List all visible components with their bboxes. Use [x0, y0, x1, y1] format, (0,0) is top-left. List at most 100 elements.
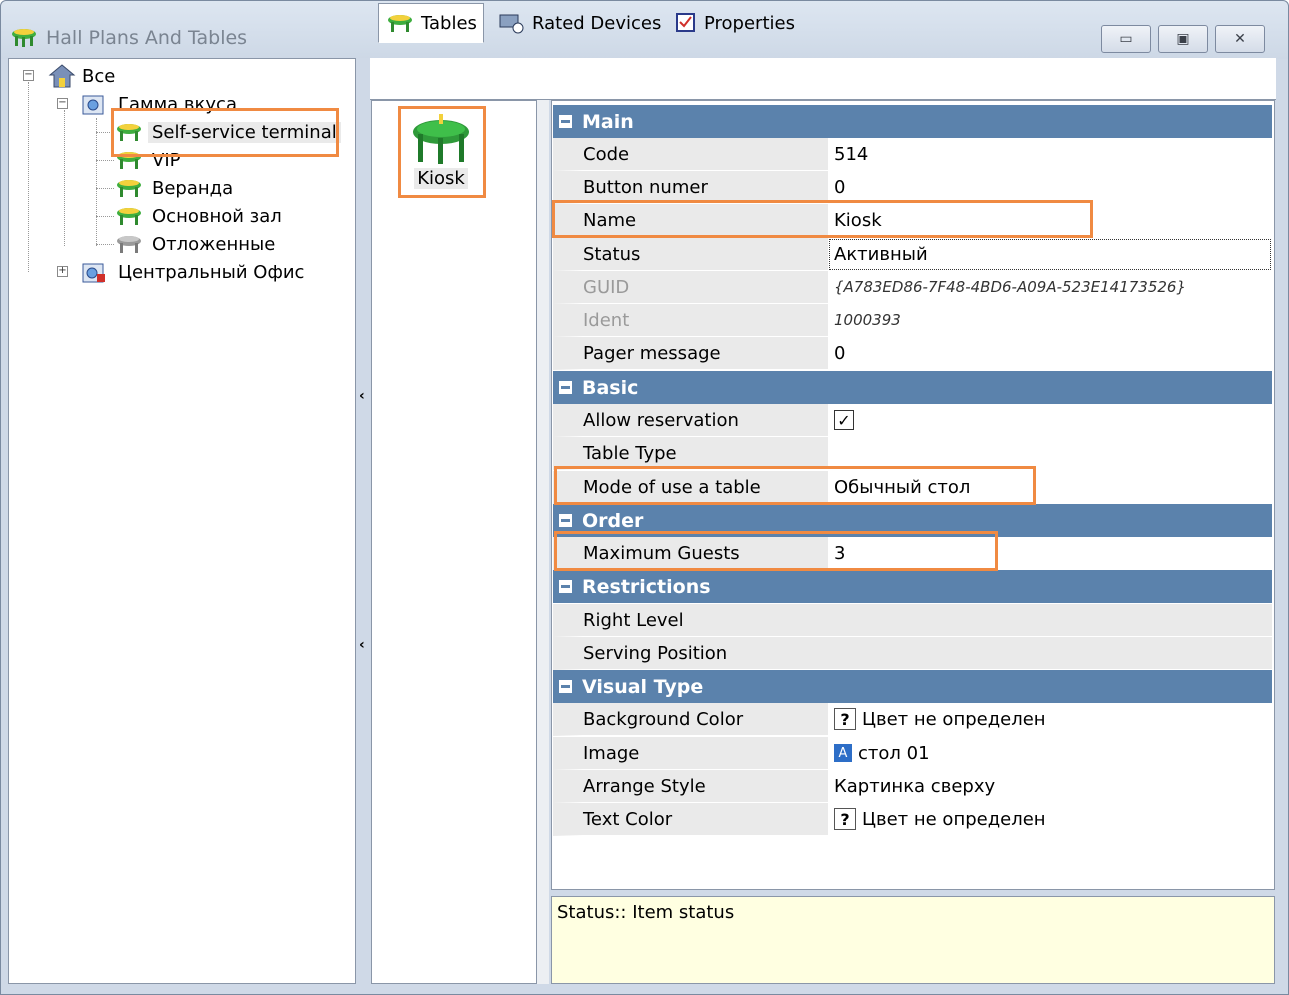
highlight-box [552, 200, 1093, 238]
tab-strip [370, 58, 1276, 100]
property-value: {A783ED86-7F48-4BD6-A09A-523E14173526} [828, 271, 1272, 304]
table-icon [388, 15, 412, 32]
maximize-icon: ▣ [1176, 31, 1190, 47]
tree-label: Центральный Офис [118, 261, 305, 283]
property-row-image[interactable]: Image A стол 01 [553, 737, 1272, 770]
tree-label: Основной зал [152, 205, 282, 227]
category-title: Order [582, 509, 644, 532]
property-name: Background Color [553, 703, 828, 736]
property-value[interactable]: Картинка сверху [828, 770, 1272, 803]
splitter[interactable] [537, 100, 549, 984]
property-name: Ident [553, 304, 828, 337]
property-row-arrange-style[interactable]: Arrange Style Картинка сверху [553, 770, 1272, 803]
tree-item-main-hall[interactable]: Основной зал [114, 203, 282, 229]
tab-label: Properties [704, 12, 795, 34]
property-value[interactable]: 514 [828, 138, 1272, 171]
property-name: Text Color [553, 803, 828, 836]
collapse-icon [559, 514, 572, 527]
property-value: 1000393 [828, 304, 1272, 337]
property-name: Right Level [553, 604, 828, 637]
devices-icon [499, 14, 524, 34]
property-value[interactable] [828, 637, 1272, 670]
expand-toggle[interactable]: + [57, 266, 68, 277]
property-name: Allow reservation [553, 404, 828, 437]
tab-tables[interactable]: Tables [378, 3, 484, 43]
window-title: Hall Plans And Tables [46, 27, 248, 49]
maximize-button[interactable]: ▣ [1158, 25, 1208, 53]
tree-label: Все [82, 65, 116, 87]
collapse-icon [559, 381, 572, 394]
table-icon [12, 29, 36, 47]
tab-rated-devices[interactable]: Rated Devices [490, 4, 667, 42]
minimize-button[interactable]: ▭ [1101, 25, 1151, 53]
tables-list[interactable] [371, 100, 537, 984]
property-name: GUID [553, 271, 828, 304]
category-restrictions[interactable]: Restrictions [553, 570, 1272, 603]
highlight-box [554, 531, 998, 571]
undefined-color-icon: ? [834, 708, 856, 730]
table-icon [117, 180, 141, 197]
tree-line [64, 110, 65, 246]
tree-item-veranda[interactable]: Веранда [114, 175, 233, 201]
tree-item-office[interactable]: Центральный Офис [80, 259, 304, 285]
close-icon: ✕ [1234, 31, 1246, 47]
undefined-color-icon: ? [834, 808, 856, 830]
property-description: Status:: Item status [551, 896, 1275, 984]
close-button[interactable]: ✕ [1215, 25, 1265, 53]
highlight-box [111, 108, 339, 157]
collapse-left-icon[interactable]: ‹ [359, 637, 365, 653]
property-value[interactable]: Активный [828, 238, 1272, 271]
tree-line [96, 244, 114, 245]
property-value[interactable]: ? Цвет не определен [828, 803, 1272, 836]
collapse-icon [559, 115, 572, 128]
property-row-status[interactable]: Status Активный [553, 238, 1272, 271]
collapse-icon [559, 680, 572, 693]
checkbox-checked[interactable]: ✓ [834, 410, 854, 430]
property-value[interactable]: A стол 01 [828, 737, 1272, 770]
tree-line [96, 188, 114, 189]
property-row-serving-position[interactable]: Serving Position [553, 637, 1272, 670]
property-row-pager-message[interactable]: Pager message 0 [553, 337, 1272, 370]
collapse-toggle[interactable]: − [23, 70, 34, 81]
property-value-text: Цвет не определен [862, 708, 1046, 730]
property-row-background-color[interactable]: Background Color ? Цвет не определен [553, 703, 1272, 736]
property-value[interactable] [828, 604, 1272, 637]
property-value-text: Цвет не определен [862, 808, 1046, 830]
table-icon [117, 208, 141, 225]
tab-properties[interactable]: Properties [668, 4, 801, 42]
category-title: Main [582, 110, 634, 133]
category-title: Restrictions [582, 575, 711, 598]
category-title: Visual Type [582, 675, 704, 698]
property-value[interactable]: ? Цвет не определен [828, 703, 1272, 736]
property-name: Code [553, 138, 828, 171]
property-name: Arrange Style [553, 770, 828, 803]
collapse-toggle[interactable]: − [57, 98, 68, 109]
property-row-allow-reservation[interactable]: Allow reservation ✓ [553, 404, 1272, 437]
image-icon: A [834, 744, 852, 762]
tree-item-root[interactable]: Все [48, 63, 115, 89]
splitter[interactable] [356, 58, 370, 984]
property-row-right-level[interactable]: Right Level [553, 604, 1272, 637]
property-row-code[interactable]: Code 514 [553, 138, 1272, 171]
category-main[interactable]: Main [553, 105, 1272, 138]
tree-line [28, 82, 29, 272]
tree-label: Веранда [152, 177, 234, 199]
table-grey-icon [117, 236, 141, 253]
category-basic[interactable]: Basic [553, 371, 1272, 404]
tree-line [96, 216, 114, 217]
property-row-text-color[interactable]: Text Color ? Цвет не определен [553, 803, 1272, 836]
tree-line [96, 160, 114, 161]
tab-label: Rated Devices [532, 12, 662, 34]
property-value[interactable]: ✓ [828, 404, 1272, 437]
property-row-guid[interactable]: GUID {A783ED86-7F48-4BD6-A09A-523E141735… [553, 271, 1272, 304]
tree-item-postponed[interactable]: Отложенные [114, 231, 275, 257]
minimize-icon: ▭ [1119, 31, 1133, 47]
home-icon [48, 64, 76, 88]
property-value[interactable]: 0 [828, 337, 1272, 370]
properties-icon [676, 13, 695, 32]
tree-line [96, 118, 97, 246]
property-row-ident[interactable]: Ident 1000393 [553, 304, 1272, 337]
collapse-left-icon[interactable]: ‹ [359, 388, 365, 404]
property-name: Status [553, 238, 828, 271]
category-visual-type[interactable]: Visual Type [553, 670, 1272, 703]
